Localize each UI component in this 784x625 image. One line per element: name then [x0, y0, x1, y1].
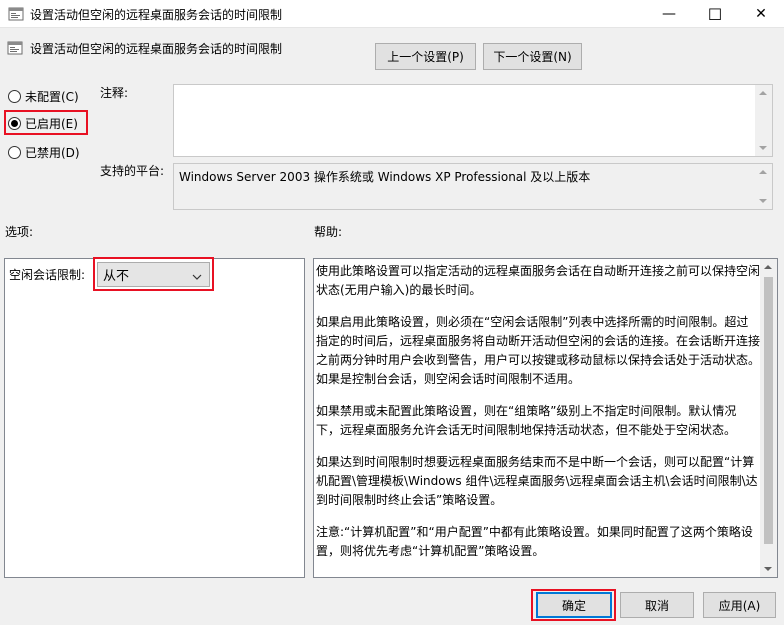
- scroll-up-icon[interactable]: [764, 265, 772, 269]
- scroll-down-icon[interactable]: [759, 199, 767, 203]
- ok-button[interactable]: 确定: [536, 592, 612, 618]
- minimize-button[interactable]: —: [646, 0, 692, 28]
- help-scrollbar[interactable]: [760, 259, 777, 577]
- help-section-label: 帮助:: [314, 225, 343, 239]
- platform-scrollbar[interactable]: [755, 164, 772, 209]
- options-section-label: 选项:: [5, 225, 34, 239]
- minimize-icon: —: [662, 6, 676, 22]
- radio-disabled[interactable]: 已禁用(D): [8, 143, 80, 161]
- help-paragraph: 使用此策略设置可以指定活动的远程桌面服务会话在自动断开连接之前可以保持空闲状态(…: [316, 264, 761, 297]
- help-paragraph: 如果达到时间限制时想要远程桌面服务结束而不是中断一个会话，则可以配置“计算机配置…: [316, 455, 758, 507]
- platform-field: Windows Server 2003 操作系统或 Windows XP Pro…: [173, 163, 773, 210]
- help-paragraph: 注意:“计算机配置”和“用户配置”中都有此策略设置。如果同时配置了这两个策略设置…: [316, 525, 753, 558]
- scrollbar-thumb[interactable]: [764, 277, 773, 544]
- close-icon: ✕: [755, 6, 767, 22]
- chevron-down-icon: [192, 270, 202, 285]
- apply-button[interactable]: 应用(A): [703, 592, 776, 618]
- window-title: 设置活动但空闲的远程桌面服务会话的时间限制: [30, 8, 283, 22]
- help-text: 使用此策略设置可以指定活动的远程桌面服务会话在自动断开连接之前可以保持空闲状态(…: [316, 262, 760, 574]
- next-setting-button[interactable]: 下一个设置(N): [483, 43, 582, 70]
- policy-icon: [8, 6, 24, 22]
- platform-label: 支持的平台:: [100, 164, 165, 178]
- radio-label: 已禁用(D): [25, 145, 80, 160]
- radio-circle[interactable]: [8, 145, 21, 159]
- comment-field[interactable]: [173, 84, 773, 157]
- idle-limit-value: 从不: [103, 269, 130, 284]
- policy-setting-icon: [7, 40, 23, 56]
- radio-enabled[interactable]: 已启用(E): [8, 114, 78, 132]
- prev-setting-button[interactable]: 上一个设置(P): [375, 43, 476, 70]
- help-paragraph: 如果禁用或未配置此策略设置，则在“组策略”级别上不指定时间限制。默认情况下，远程…: [316, 404, 737, 437]
- policy-title: 设置活动但空闲的远程桌面服务会话的时间限制: [30, 42, 283, 56]
- scroll-down-icon[interactable]: [764, 567, 772, 571]
- radio-not-configured[interactable]: 未配置(C): [8, 87, 79, 105]
- maximize-button[interactable]: ☐: [692, 0, 738, 28]
- comment-label: 注释:: [100, 86, 129, 100]
- radio-label: 已启用(E): [25, 116, 78, 131]
- scroll-down-icon[interactable]: [759, 146, 767, 150]
- idle-limit-label: 空闲会话限制:: [9, 268, 86, 282]
- radio-label: 未配置(C): [25, 89, 79, 104]
- comment-scrollbar[interactable]: [755, 85, 772, 156]
- title-bar: 设置活动但空闲的远程桌面服务会话的时间限制 — ☐ ✕: [0, 0, 784, 28]
- maximize-icon: ☐: [707, 4, 723, 24]
- scroll-up-icon[interactable]: [759, 170, 767, 174]
- help-paragraph: 如果启用此策略设置，则必须在“空闲会话限制”列表中选择所需的时间限制。超过指定的…: [316, 315, 761, 386]
- idle-limit-select[interactable]: 从不: [97, 262, 210, 287]
- close-button[interactable]: ✕: [738, 0, 784, 28]
- radio-circle[interactable]: [8, 116, 21, 130]
- radio-circle[interactable]: [8, 89, 21, 103]
- scroll-up-icon[interactable]: [759, 91, 767, 95]
- platform-value: Windows Server 2003 操作系统或 Windows XP Pro…: [179, 170, 591, 184]
- options-panel: [4, 258, 305, 578]
- cancel-button[interactable]: 取消: [620, 592, 694, 618]
